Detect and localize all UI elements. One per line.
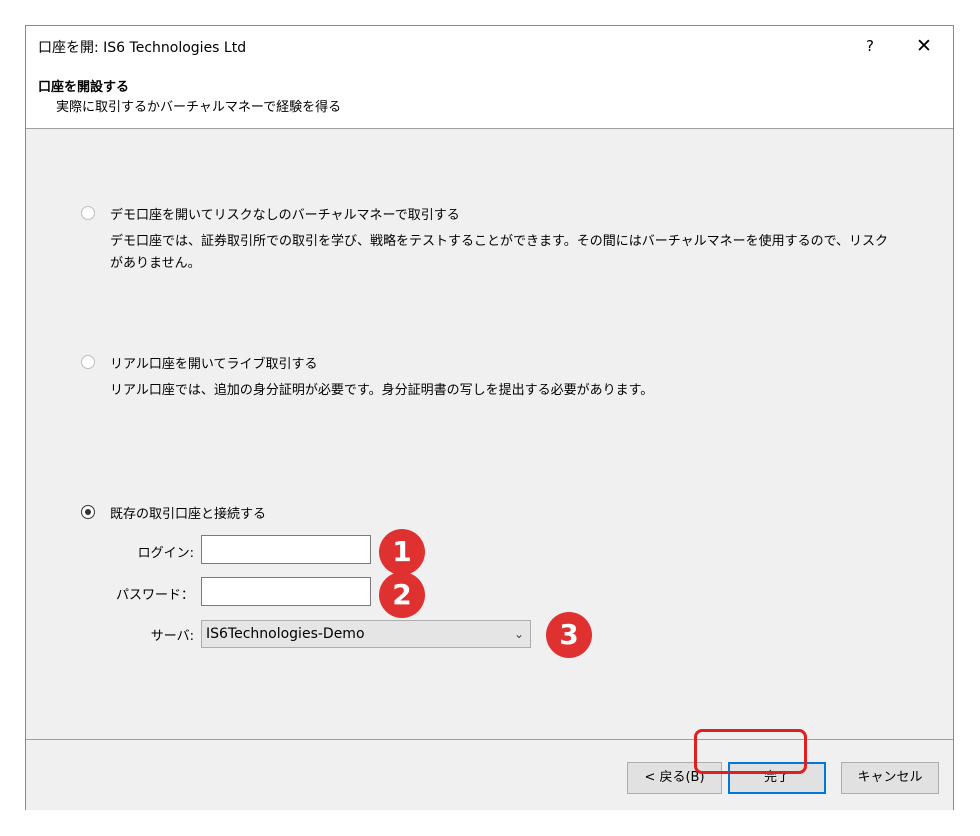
real-account-description: リアル口座では、追加の身分証明が必要です。身分証明書の写しを提出する必要がありま… (110, 383, 654, 398)
server-select[interactable]: IS6Technologies-Demo ⌄ (201, 620, 531, 648)
login-label: ログイン: (137, 546, 194, 561)
title-bar: 口座を開: IS6 Technologies Ltd ? ✕ (26, 26, 953, 66)
real-account-radio[interactable] (81, 355, 95, 369)
wizard-footer: < 戻る(B) 完了 キャンセル (26, 739, 953, 810)
login-input[interactable] (201, 535, 371, 564)
wizard-header: 口座を開設する 実際に取引するかバーチャルマネーで経験を得る (26, 66, 953, 129)
existing-account-label[interactable]: 既存の取引口座と接続する (110, 503, 266, 522)
header-subtitle: 実際に取引するかバーチャルマネーで経験を得る (56, 100, 342, 115)
step-badge-3: 3 (546, 612, 592, 658)
step-badge-1: 1 (379, 529, 425, 575)
password-label: パスワード： (115, 588, 194, 603)
wizard-body: デモ口座を開いてリスクなしのバーチャルマネーで取引する デモ口座では、証券取引所… (26, 129, 953, 739)
server-label: サーバ: (150, 629, 194, 644)
window-title: 口座を開: IS6 Technologies Ltd (38, 40, 247, 56)
header-title: 口座を開設する (38, 80, 130, 95)
chevron-down-icon: ⌄ (513, 627, 524, 641)
demo-account-description: デモ口座では、証券取引所での取引を学び、戦略をテストすることができます。その間に… (110, 234, 889, 271)
real-account-label[interactable]: リアル口座を開いてライブ取引する (110, 353, 317, 372)
existing-account-radio[interactable] (81, 505, 95, 519)
open-account-dialog: 口座を開: IS6 Technologies Ltd ? ✕ 口座を開設する 実… (25, 25, 954, 810)
demo-account-radio[interactable] (81, 206, 95, 220)
cancel-button[interactable]: キャンセル (841, 762, 939, 794)
help-button[interactable]: ? (852, 33, 888, 59)
password-input[interactable] (201, 577, 371, 606)
finish-button-highlight (694, 729, 807, 774)
server-select-value: IS6Technologies-Demo (206, 626, 365, 642)
step-badge-2: 2 (379, 572, 425, 618)
close-icon[interactable]: ✕ (906, 33, 942, 59)
demo-account-label[interactable]: デモ口座を開いてリスクなしのバーチャルマネーで取引する (110, 204, 460, 223)
